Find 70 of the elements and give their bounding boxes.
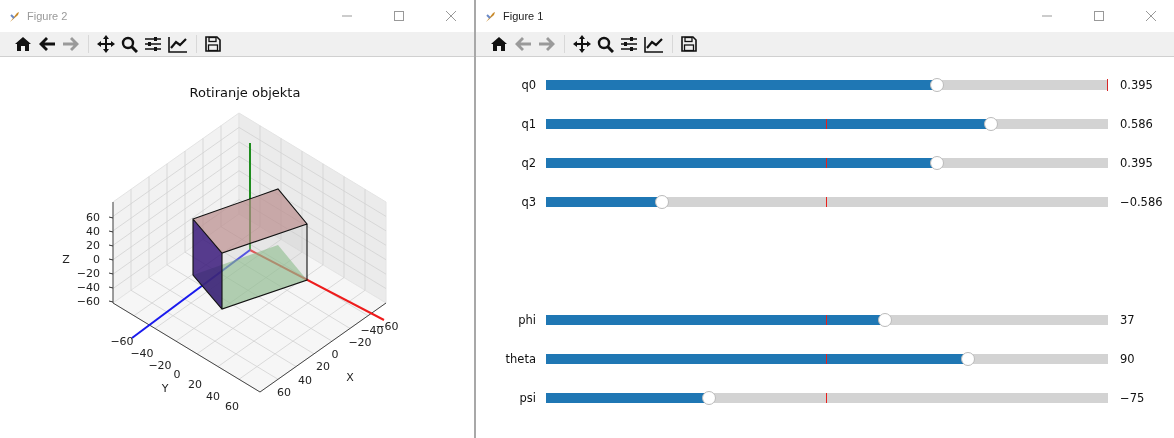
slider-label: q1: [520, 116, 536, 131]
tick-label: 40: [206, 390, 220, 403]
slider-label: q0: [520, 77, 536, 92]
slider-track[interactable]: [546, 118, 1108, 129]
tick-label: 20: [86, 239, 100, 252]
home-icon[interactable]: [490, 36, 508, 52]
feather-icon: [8, 9, 21, 23]
slider-label: psi: [518, 390, 536, 405]
tick-label: 0: [173, 368, 181, 381]
tick-label: 0: [93, 253, 100, 266]
tick-label: 20: [188, 378, 202, 391]
slider-track[interactable]: [546, 392, 1108, 403]
home-icon[interactable]: [14, 36, 32, 52]
tick-label: −60: [110, 335, 134, 348]
search-icon[interactable]: [597, 35, 614, 53]
slider-value: 37: [1120, 312, 1135, 327]
slider-track[interactable]: [546, 157, 1108, 168]
tick-label: 60: [277, 386, 291, 399]
tick-label: −40: [76, 281, 100, 294]
tick-label: −20: [148, 359, 172, 372]
back-arrow-icon[interactable]: [38, 36, 56, 52]
slider-handle[interactable]: [930, 77, 945, 92]
tick-label: 40: [298, 374, 312, 387]
slider-handle[interactable]: [654, 194, 669, 209]
tick-label: 60: [86, 211, 100, 224]
window-title: Figure 1: [503, 10, 544, 22]
axis-label: Z: [62, 253, 70, 266]
sliders-icon[interactable]: [620, 36, 638, 52]
slider-label: phi: [517, 312, 536, 327]
tick-label: 40: [86, 225, 100, 238]
slider-handle[interactable]: [701, 390, 716, 405]
slider-value: −0.586: [1120, 194, 1163, 209]
slider-handle[interactable]: [877, 312, 892, 327]
close-icon[interactable]: [445, 10, 457, 22]
slider-value: −75: [1120, 390, 1145, 405]
tick-label: 0: [331, 348, 339, 361]
window-title: Figure 2: [27, 10, 68, 22]
axis-label: Y: [161, 382, 169, 395]
sliders-icon[interactable]: [144, 36, 162, 52]
slider-label: q2: [520, 155, 536, 170]
maximize-icon[interactable]: [1093, 10, 1105, 22]
slider-track[interactable]: [546, 79, 1108, 90]
slider-handle[interactable]: [961, 351, 976, 366]
slider-value: 0.586: [1120, 116, 1153, 131]
slider-label: theta: [504, 351, 536, 366]
slider-track[interactable]: [546, 314, 1108, 325]
plot-title: Rotiranje objekta: [189, 85, 301, 100]
tick-label: −40: [130, 347, 154, 360]
slider-value: 0.395: [1120, 77, 1153, 92]
maximize-icon[interactable]: [393, 10, 405, 22]
tick-label: −20: [76, 267, 100, 280]
search-icon[interactable]: [121, 35, 138, 53]
line-chart-icon[interactable]: [168, 35, 188, 53]
slider-value: 90: [1120, 351, 1135, 366]
slider-track[interactable]: [546, 353, 1108, 364]
slider-track[interactable]: [546, 196, 1108, 207]
axis-label: X: [346, 371, 354, 384]
slider-handle[interactable]: [984, 116, 999, 131]
move-icon[interactable]: [573, 35, 591, 53]
slider-value: 0.395: [1120, 155, 1153, 170]
line-chart-icon[interactable]: [644, 35, 664, 53]
slider-label: q3: [520, 194, 536, 209]
tick-label: −20: [348, 336, 372, 349]
tick-label: 20: [316, 360, 330, 373]
close-icon[interactable]: [1145, 10, 1157, 22]
tick-label: 60: [225, 400, 239, 413]
tick-label: −60: [76, 295, 100, 308]
slider-handle[interactable]: [930, 155, 945, 170]
feather-icon: [484, 9, 497, 23]
move-icon[interactable]: [97, 35, 115, 53]
